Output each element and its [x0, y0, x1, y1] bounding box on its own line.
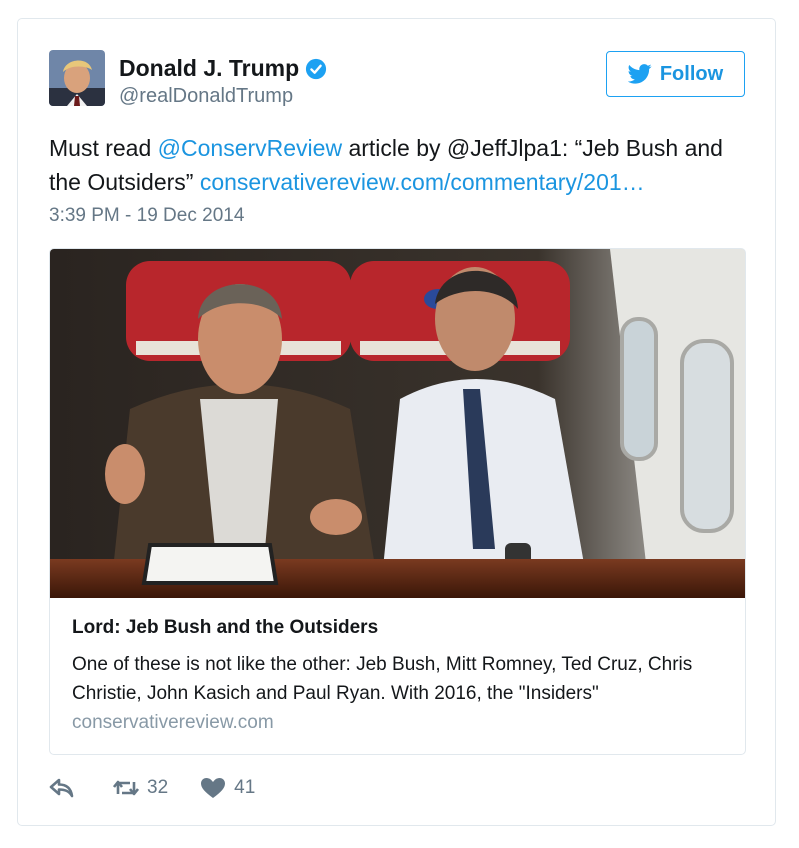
tweet-actions: 32 41 — [49, 777, 255, 799]
mention-link[interactable]: @ConservReview — [158, 135, 342, 161]
tweet-card: Donald J. Trump @realDonaldTrump Follow … — [17, 18, 776, 826]
tweet-text-part: Must read — [49, 135, 158, 161]
user-name[interactable]: Donald J. Trump — [119, 55, 299, 82]
avatar[interactable] — [49, 50, 105, 106]
card-description: One of these is not like the other: Jeb … — [72, 654, 693, 704]
retweet-icon — [113, 780, 139, 796]
reply-icon — [49, 778, 74, 798]
url-link[interactable]: conservativereview.com/commentary/201… — [200, 169, 645, 195]
retweet-button[interactable]: 32 — [113, 777, 168, 799]
card-domain: conservativereview.com — [72, 712, 274, 733]
user-name-row: Donald J. Trump — [119, 55, 327, 82]
article-photo — [50, 249, 745, 598]
retweet-count: 32 — [147, 777, 169, 798]
like-button[interactable]: 41 — [200, 777, 255, 799]
like-count: 41 — [234, 777, 256, 798]
heart-icon — [201, 778, 226, 798]
link-preview-card[interactable]: Lord: Jeb Bush and the Outsiders One of … — [49, 248, 746, 755]
verified-badge-icon — [306, 58, 327, 79]
card-title: Lord: Jeb Bush and the Outsiders — [72, 617, 379, 638]
follow-label: Follow — [659, 62, 724, 85]
user-handle[interactable]: @realDonaldTrump — [119, 85, 293, 108]
twitter-bird-icon — [627, 64, 652, 84]
tweet-timestamp[interactable]: 3:39 PM - 19 Dec 2014 — [49, 205, 244, 227]
reply-button[interactable] — [49, 777, 83, 799]
tweet-text: Must read @ConservReview article by @Jef… — [49, 131, 749, 199]
follow-button[interactable]: Follow — [606, 51, 745, 97]
